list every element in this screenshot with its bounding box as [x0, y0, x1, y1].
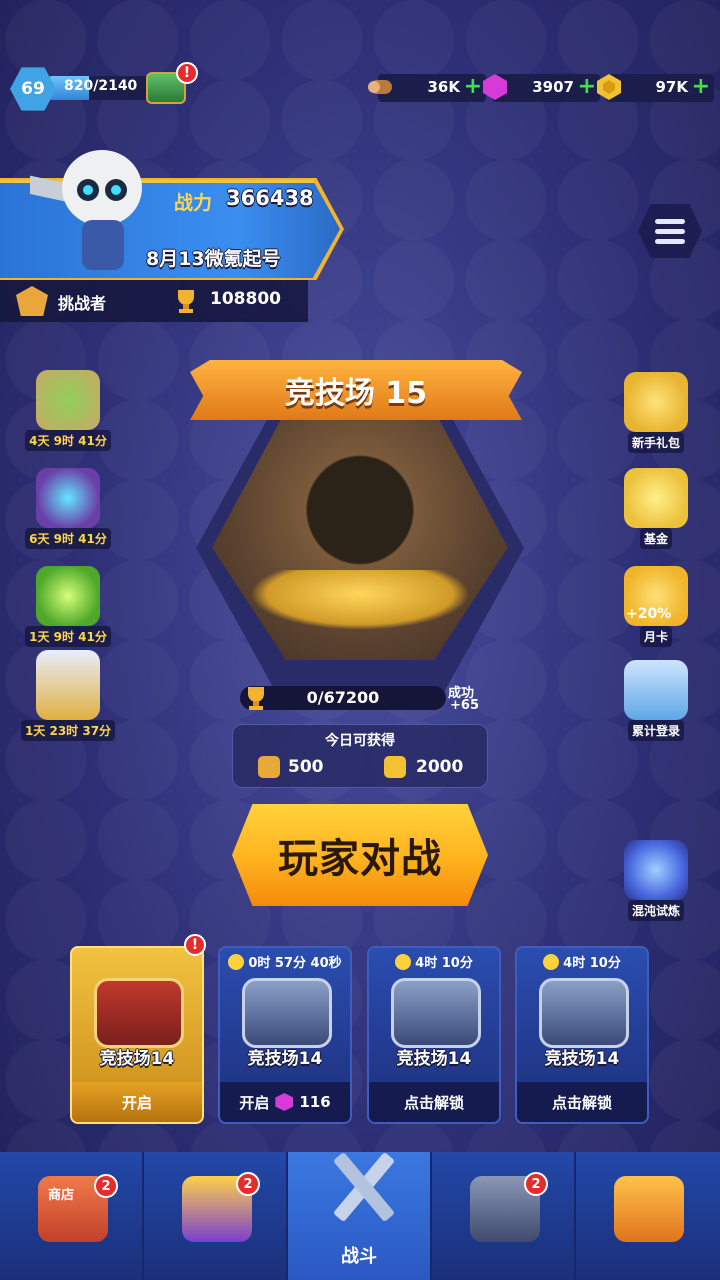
- chest-alert-badge: !: [184, 934, 206, 956]
- lock-icon: [395, 954, 412, 970]
- resource-wood[interactable]: 36K +: [368, 74, 486, 102]
- chest-timer: 4时 10分: [517, 952, 647, 971]
- orb-icon: [36, 468, 100, 528]
- event-scroll-button[interactable]: 4天 9时 41分: [18, 370, 118, 451]
- chaos-trial-label: 混沌试炼: [627, 900, 684, 921]
- menu-button[interactable]: [638, 204, 702, 258]
- lock-icon: [228, 954, 245, 970]
- trophy-progress-text: 0/67200: [306, 688, 380, 707]
- reward-2: 2000: [384, 756, 463, 778]
- event-timer: 6天 9时 41分: [25, 528, 111, 549]
- nav-shop[interactable]: 商店: [0, 1152, 144, 1280]
- bonus-text: +20%: [626, 606, 672, 622]
- chest-alert-badge: !: [176, 62, 198, 84]
- chest-name: 竞技场14: [544, 1049, 620, 1069]
- gem-icon: [483, 74, 507, 100]
- calendar-icon: [624, 660, 688, 720]
- wood-icon: [368, 80, 392, 94]
- chest-slot-4[interactable]: 4时 10分 竞技场14 点击解锁: [515, 946, 649, 1124]
- win-value: +65: [450, 698, 479, 713]
- chest-slot-1[interactable]: 竞技场14 开启: [70, 946, 204, 1124]
- chest-name: 竞技场14: [99, 1049, 175, 1069]
- pvp-battle-button[interactable]: 玩家对战: [232, 804, 488, 906]
- resource-gold[interactable]: 97K +: [597, 74, 714, 102]
- xp-text: 820/2140: [64, 78, 138, 94]
- fund-button[interactable]: 基金: [606, 468, 706, 549]
- cards-badge: 2: [236, 1172, 260, 1196]
- arena-title: 竞技场 15: [284, 376, 428, 411]
- trophy-icon: [178, 290, 194, 313]
- monthly-card-label: 月卡: [639, 626, 672, 647]
- starter-pack-button[interactable]: 新手礼包: [606, 372, 706, 453]
- event-timer: 1天 23时 37分: [20, 720, 116, 741]
- gold-coin-icon: [384, 756, 406, 778]
- starter-pack-label: 新手礼包: [627, 432, 684, 453]
- battle-label: 战斗: [341, 1246, 377, 1267]
- pvp-battle-label: 玩家对战: [278, 836, 442, 882]
- unlock-chest-button[interactable]: 点击解锁: [369, 1082, 499, 1122]
- chest-icon: [242, 978, 332, 1048]
- event-potion-button[interactable]: 1天 9时 41分: [18, 566, 118, 647]
- monthly-card-button[interactable]: +20% 月卡: [606, 566, 706, 647]
- resource-gems[interactable]: 3907 +: [483, 74, 600, 102]
- tower-badge: 2: [524, 1172, 548, 1196]
- reward-1: 500: [258, 756, 324, 778]
- chest-icon: [391, 978, 481, 1048]
- chest-icon: [94, 978, 184, 1048]
- power-value: 366438: [226, 186, 314, 210]
- event-orb-button[interactable]: 6天 9时 41分: [18, 468, 118, 549]
- gold-coin-icon: [597, 74, 621, 100]
- open-chest-button[interactable]: 开启 116: [220, 1082, 350, 1122]
- add-gold-button[interactable]: +: [692, 74, 710, 99]
- event-hero-button[interactable]: 1天 23时 37分: [18, 650, 118, 741]
- menu-icon: [655, 218, 685, 224]
- mystery-card-icon: [624, 840, 688, 900]
- shop-badge: 2: [94, 1174, 118, 1198]
- nav-cards[interactable]: [144, 1152, 288, 1280]
- nav-battle[interactable]: 战斗: [288, 1152, 432, 1280]
- monthly-card-icon: +20%: [624, 566, 688, 626]
- fund-label: 基金: [639, 528, 672, 549]
- chest-timer: 0时 57分 40秒: [220, 952, 350, 971]
- daily-reward-title: 今日可获得: [325, 733, 395, 749]
- wood-value: 36K: [427, 78, 461, 96]
- gem-value: 3907: [532, 78, 574, 96]
- event-timer: 4天 9时 41分: [25, 430, 111, 451]
- crossed-swords-icon: [334, 1153, 394, 1221]
- skeleton-avatar-icon[interactable]: [30, 138, 160, 278]
- trophy-count: 108800: [210, 289, 281, 309]
- event-timer: 1天 9时 41分: [25, 626, 111, 647]
- power-label: 战力: [174, 192, 213, 214]
- fund-icon: [624, 468, 688, 528]
- login-reward-button[interactable]: 累计登录: [606, 660, 706, 741]
- nav-tower[interactable]: [432, 1152, 576, 1280]
- chest-name: 竞技场14: [396, 1049, 472, 1069]
- gem-icon: [275, 1093, 294, 1111]
- chest-timer: 4时 10分: [369, 952, 499, 971]
- player-name: 8月13微氪起号: [146, 248, 281, 270]
- treasure-pile: [250, 570, 470, 630]
- gold-value: 97K: [655, 78, 689, 96]
- open-chest-button[interactable]: 开启: [72, 1082, 202, 1122]
- gold-pile-icon: [624, 372, 688, 432]
- level-value: 69: [21, 79, 45, 99]
- chest-slot-2[interactable]: 0时 57分 40秒 竞技场14 开启 116: [218, 946, 352, 1124]
- scroll-icon: [36, 370, 100, 430]
- rank-label: 挑战者: [58, 294, 107, 313]
- nav-clan[interactable]: [576, 1152, 720, 1280]
- chaos-trial-button[interactable]: 混沌试炼: [606, 840, 706, 921]
- unlock-chest-button[interactable]: 点击解锁: [517, 1082, 647, 1122]
- fist-icon: [614, 1176, 684, 1242]
- medal-icon: [258, 756, 280, 778]
- login-reward-label: 累计登录: [627, 720, 684, 741]
- potion-icon: [36, 566, 100, 626]
- lock-icon: [543, 954, 560, 970]
- chest-slot-3[interactable]: 4时 10分 竞技场14 点击解锁: [367, 946, 501, 1124]
- chest-icon: [539, 978, 629, 1048]
- hero-pack-icon: [36, 650, 100, 720]
- chest-name: 竞技场14: [247, 1049, 323, 1069]
